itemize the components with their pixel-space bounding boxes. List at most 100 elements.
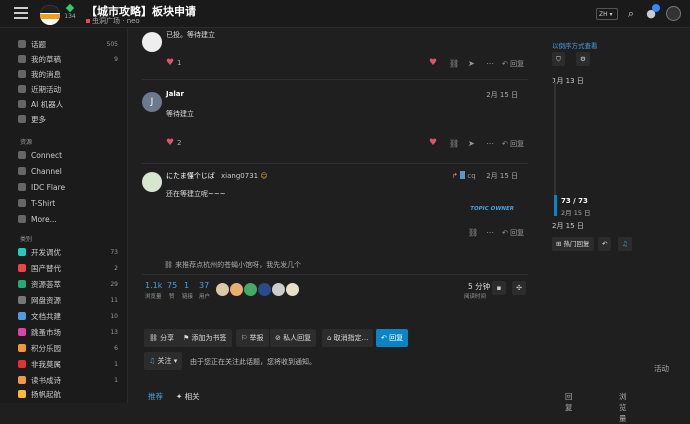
search-icon[interactable]: ⌕ (624, 7, 638, 21)
expand-stats-button[interactable]: ✣ (512, 281, 526, 295)
sidebar-item-more-res[interactable]: More... (18, 213, 118, 226)
sidebar-item-messages[interactable]: 我的消息 (18, 68, 118, 81)
heart-icon[interactable]: ♥ (429, 58, 437, 68)
sidebar-label: T-Shirt (31, 199, 56, 208)
category-domestic[interactable]: 国产替代 2 (18, 262, 118, 275)
sidebar-item-connect[interactable]: Connect (18, 149, 118, 162)
sidebar-label: Connect (31, 151, 63, 160)
category-netdisk[interactable]: 网盘资源 11 (18, 294, 118, 307)
resources-heading[interactable]: 资源 (20, 137, 32, 146)
avatar[interactable] (258, 283, 271, 296)
more-icon[interactable]: ⋯ (486, 139, 494, 148)
reply-button[interactable]: ↶ 回复 (502, 139, 524, 149)
like-count-heart[interactable]: ♥ 2 (166, 138, 181, 148)
breadcrumb-tag[interactable]: neo (127, 17, 140, 25)
avatar[interactable] (244, 283, 257, 296)
post-date[interactable]: 2月 15 日 (486, 171, 518, 181)
cancel-assign-button[interactable]: ⌂ 取消指定... (322, 329, 374, 347)
category-dev[interactable]: 开发调优 73 (18, 246, 118, 259)
level-value: 134 (64, 13, 76, 20)
timeline-progress-date: 2月 15 日 (561, 209, 591, 217)
timeline-reply-button[interactable]: ↶ (598, 237, 612, 251)
post-avatar[interactable]: J (142, 92, 162, 112)
recommend-link[interactable]: ⛓ 来推荐点杭州的苍蝇小馆呀，我先发几个 (164, 260, 301, 270)
sidebar-item-activity[interactable]: 近期活动 (18, 83, 118, 96)
bookmark-label: 添加为书签 (191, 334, 227, 342)
category-resources[interactable]: 资源荟萃 29 (18, 278, 118, 291)
likes-label: 赞 (169, 294, 175, 300)
bookmark-button[interactable]: ⚑ 添加为书签 (178, 329, 232, 347)
timeline-end[interactable]: 2月 15 日 (552, 221, 584, 231)
likes-value: 75 (167, 281, 178, 290)
post-avatar[interactable] (142, 32, 162, 52)
category-market[interactable]: 跳蚤市场 13 (18, 326, 118, 339)
category-points[interactable]: 积分乐园 6 (18, 342, 118, 355)
sidebar-label: IDC Flare (31, 183, 66, 192)
like-count-heart[interactable]: ♥ 1 (166, 58, 181, 68)
tab-related[interactable]: ✦ 相关 (176, 391, 200, 402)
reply-main-button[interactable]: ↶ 回复 (376, 329, 409, 347)
timeline-notify-button[interactable]: ♫ (618, 237, 632, 251)
avatar[interactable] (230, 283, 243, 296)
related-label: 相关 (184, 392, 200, 401)
timeline-handle[interactable] (554, 195, 557, 216)
private-reply-label: 私人回复 (283, 334, 312, 342)
breadcrumb[interactable]: 虫洞广场 · neo (86, 16, 140, 26)
hot-replies-button[interactable]: ⊞ 热门回复 (552, 237, 594, 251)
timeline-bookmark-button[interactable]: ⛉ (552, 52, 565, 66)
sidebar-item-tshirt[interactable]: T-Shirt (18, 197, 118, 210)
flag-button[interactable]: ⚐ 举报 (236, 329, 269, 347)
watch-select[interactable]: ♫ 关注 ▾ (144, 352, 183, 370)
post-divider (142, 163, 528, 164)
timeline-start[interactable]: 1月 13 日 (552, 76, 584, 86)
send-icon[interactable]: ➤ (468, 139, 475, 148)
categories-heading[interactable]: 类别 (20, 234, 32, 243)
sidebar-label: 我的消息 (31, 70, 61, 79)
breadcrumb-category[interactable]: 虫洞广场 (92, 17, 120, 25)
link-icon (18, 199, 26, 207)
sidebar-count: 11 (110, 297, 118, 304)
site-logo[interactable] (40, 5, 60, 25)
tab-recommend[interactable]: 推荐 (148, 391, 163, 402)
reply-to[interactable]: ↱ cq (452, 171, 476, 180)
share-button[interactable]: ⛓ 分享 (144, 329, 180, 347)
avatar[interactable] (286, 283, 299, 296)
link-icon[interactable]: ⛓ (449, 139, 459, 148)
sidebar-item-more[interactable]: 更多 (18, 113, 118, 126)
private-reply-button[interactable]: ⊘ 私人回复 (270, 329, 317, 347)
sidebar-item-idc[interactable]: IDC Flare (18, 181, 118, 194)
sidebar-item-topics[interactable]: 话题 505 (18, 38, 118, 51)
summarize-button[interactable]: ▪ (492, 281, 506, 295)
category-docs[interactable]: 文档共建 10 (18, 310, 118, 323)
reverse-order-link[interactable]: 以倒序方式查看 (552, 40, 598, 50)
menu-icon[interactable] (14, 7, 28, 19)
send-icon[interactable]: ➤ (468, 59, 475, 68)
timeline-settings-button[interactable]: ⚙ (576, 52, 590, 66)
category-icon (18, 264, 26, 272)
heart-icon[interactable]: ♥ (429, 138, 437, 148)
category-exclusive[interactable]: 非我莫属 1 (18, 358, 118, 371)
category-sail[interactable]: 扬帆起航 (18, 388, 118, 401)
link-icon[interactable]: ⛓ (449, 59, 459, 68)
avatar[interactable] (272, 283, 285, 296)
post-avatar[interactable] (142, 172, 162, 192)
category-reading[interactable]: 读书成诗 1 (18, 374, 118, 387)
bell-icon: ♫ (149, 357, 156, 365)
link-icon[interactable]: ⛓ (468, 228, 478, 237)
category-icon (18, 376, 26, 384)
more-icon[interactable]: ⋯ (486, 228, 494, 237)
sidebar-item-channel[interactable]: Channel (18, 165, 118, 178)
post-text: 还在等建立呢~~~ (166, 190, 226, 198)
sidebar-item-ai-bot[interactable]: AI 机器人 (18, 98, 118, 111)
post-author[interactable]: にたま懂个じば xiang0731 ☺ (166, 171, 268, 181)
drafts-icon (18, 55, 26, 63)
reply-button[interactable]: ↶ 回复 (502, 59, 524, 69)
reply-button[interactable]: ↶ 回复 (502, 228, 524, 238)
post-date[interactable]: 2月 15 日 (486, 90, 518, 100)
avatar[interactable] (216, 283, 229, 296)
more-icon[interactable]: ⋯ (486, 59, 494, 68)
user-avatar[interactable] (666, 6, 681, 21)
post-author[interactable]: Jalar (166, 90, 184, 98)
language-select[interactable]: ZH ▾ (596, 8, 618, 20)
sidebar-item-drafts[interactable]: 我的草稿 9 (18, 53, 118, 66)
